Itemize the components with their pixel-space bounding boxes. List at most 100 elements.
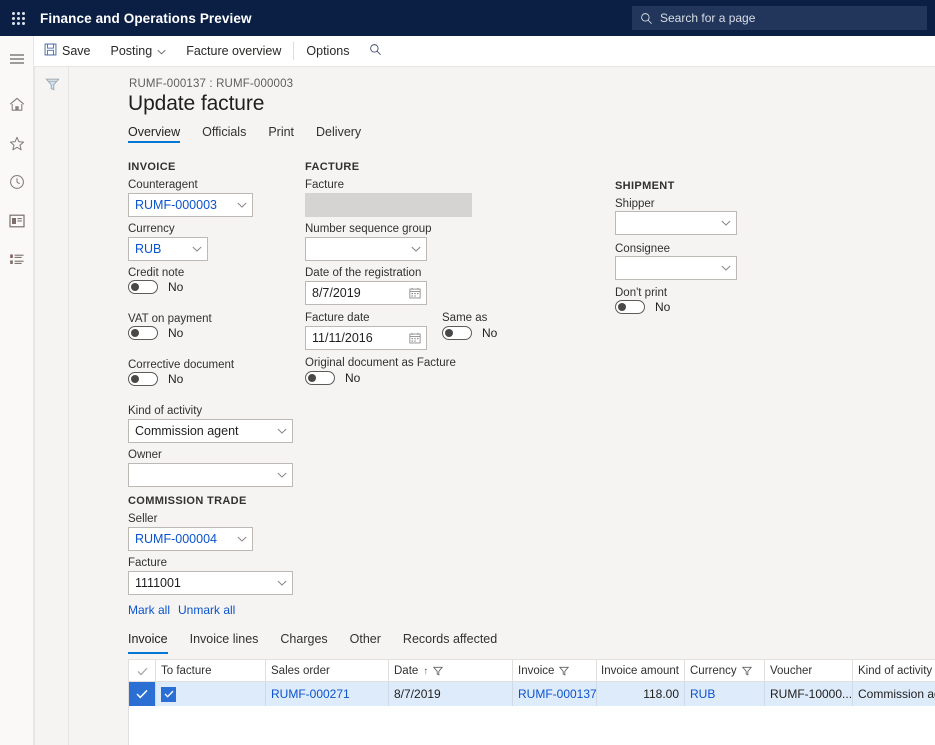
save-button[interactable]: Save — [34, 36, 101, 67]
cell-kind-of-activity: Commission agent — [858, 687, 935, 701]
chevron-down-icon — [232, 202, 252, 208]
consignee-input[interactable] — [615, 256, 737, 280]
corrective-document-label: Corrective document — [128, 359, 235, 371]
invoice-grid: To facture Sales order Date ↑ Invoice In… — [128, 659, 935, 745]
breadcrumb: RUMF-000137 : RUMF-000003 — [129, 78, 294, 90]
app-launcher-icon[interactable] — [0, 0, 36, 36]
form-content: RUMF-000137 : RUMF-000003 Update facture… — [70, 67, 935, 745]
grid-header-select-all[interactable] — [129, 660, 156, 682]
vat-on-payment-toggle-group: No — [128, 326, 183, 340]
row-selector[interactable] — [129, 682, 156, 706]
number-sequence-group-input[interactable] — [305, 237, 427, 261]
credit-note-toggle[interactable] — [128, 280, 158, 294]
filter-funnel-icon[interactable] — [41, 73, 63, 95]
commission-facture-input[interactable]: 1111001 — [128, 571, 293, 595]
table-row[interactable]: RUMF-000271 8/7/2019 RUMF-000137 118.00 … — [129, 682, 935, 706]
filter-icon[interactable] — [433, 666, 444, 676]
vat-on-payment-toggle[interactable] — [128, 326, 158, 340]
form-tab-strip: Overview Officials Print Delivery — [128, 125, 383, 147]
shipper-label: Shipper — [615, 198, 655, 210]
clock-icon[interactable] — [0, 166, 34, 198]
grid-header-invoice-amount[interactable]: Invoice amount — [597, 660, 685, 682]
same-as-label: Same as — [442, 312, 488, 324]
tab-delivery[interactable]: Delivery — [316, 125, 361, 143]
dont-print-toggle[interactable] — [615, 300, 645, 314]
credit-note-label: Credit note — [128, 267, 185, 279]
tab-records-affected[interactable]: Records affected — [403, 632, 497, 654]
dont-print-toggle-group: No — [615, 300, 670, 314]
currency-label: Currency — [128, 223, 175, 235]
currency-input[interactable]: RUB — [128, 237, 208, 261]
cell-to-facture[interactable] — [156, 682, 266, 706]
chevron-down-icon — [272, 428, 292, 434]
grid-header-currency[interactable]: Currency — [685, 660, 765, 682]
credit-note-toggle-group: No — [128, 280, 183, 294]
grid-header-voucher[interactable]: Voucher — [765, 660, 853, 682]
corrective-document-toggle[interactable] — [128, 372, 158, 386]
counteragent-value: RUMF-000003 — [135, 198, 217, 212]
chevron-down-icon — [232, 536, 252, 542]
tab-other[interactable]: Other — [350, 632, 381, 654]
unmark-all-link[interactable]: Unmark all — [178, 603, 235, 617]
cell-invoice[interactable]: RUMF-000137 — [513, 682, 597, 706]
grid-header-sales-order[interactable]: Sales order — [266, 660, 389, 682]
workspace-icon[interactable] — [0, 205, 34, 237]
facture-readonly-field — [305, 193, 472, 217]
grid-header-invoice[interactable]: Invoice — [513, 660, 597, 682]
list-icon[interactable] — [0, 244, 34, 276]
tab-charges[interactable]: Charges — [280, 632, 327, 654]
global-search-box[interactable]: Search for a page — [632, 6, 927, 30]
same-as-value: No — [482, 326, 498, 340]
filter-icon[interactable] — [559, 666, 570, 676]
page-title: Update facture — [128, 92, 265, 115]
tab-invoice[interactable]: Invoice — [128, 632, 168, 654]
calendar-icon[interactable] — [404, 332, 426, 344]
invoice-section-heading: INVOICE — [128, 161, 176, 173]
star-icon[interactable] — [0, 127, 34, 159]
grid-empty-area — [129, 706, 935, 745]
chevron-down-icon — [716, 220, 736, 226]
facture-date-label: Facture date — [305, 312, 370, 324]
original-document-as-facture-toggle-group: No — [305, 371, 360, 385]
seller-value: RUMF-000004 — [135, 532, 217, 546]
grid-header-date[interactable]: Date ↑ — [389, 660, 513, 682]
options-button[interactable]: Options — [296, 36, 359, 67]
tab-overview[interactable]: Overview — [128, 125, 181, 143]
grid-header-to-facture[interactable]: To facture — [156, 660, 266, 682]
shipper-input[interactable] — [615, 211, 737, 235]
home-icon[interactable] — [0, 88, 34, 120]
cell-currency[interactable]: RUB — [685, 682, 765, 706]
same-as-toggle[interactable] — [442, 326, 472, 340]
date-of-registration-label: Date of the registration — [305, 267, 422, 279]
cell-invoice-amount: 118.00 — [597, 682, 685, 706]
toolbar-search-button[interactable] — [359, 36, 392, 67]
grid-header-kind-of-activity[interactable]: Kind of activity — [853, 660, 935, 682]
cell-voucher: RUMF-10000... — [765, 682, 853, 706]
original-document-as-facture-toggle[interactable] — [305, 371, 335, 385]
toolbar-divider — [293, 42, 295, 60]
owner-input[interactable] — [128, 463, 293, 487]
search-icon — [640, 12, 653, 25]
facture-overview-button[interactable]: Facture overview — [176, 36, 291, 67]
filter-icon[interactable] — [741, 666, 752, 676]
counteragent-input[interactable]: RUMF-000003 — [128, 193, 253, 217]
grid-tab-strip: Invoice Invoice lines Charges Other Reco… — [128, 632, 519, 654]
hamburger-menu-icon[interactable] — [0, 43, 34, 75]
dont-print-value: No — [655, 300, 671, 314]
posting-menu-button[interactable]: Posting — [101, 36, 177, 67]
mark-all-link[interactable]: Mark all — [128, 603, 170, 617]
date-of-registration-input[interactable]: 8/7/2019 — [305, 281, 427, 305]
date-of-registration-value: 8/7/2019 — [312, 286, 361, 300]
facture-date-input[interactable]: 11/11/2016 — [305, 326, 427, 350]
tab-officials[interactable]: Officials — [202, 125, 246, 143]
kind-of-activity-input[interactable]: Commission agent — [128, 419, 293, 443]
owner-label: Owner — [128, 449, 162, 461]
to-facture-checkbox[interactable] — [161, 686, 176, 702]
calendar-icon[interactable] — [404, 287, 426, 299]
chevron-down-icon — [157, 44, 166, 58]
seller-input[interactable]: RUMF-000004 — [128, 527, 253, 551]
grid-header-currency-label: Currency — [690, 665, 737, 677]
tab-print[interactable]: Print — [268, 125, 294, 143]
cell-sales-order[interactable]: RUMF-000271 — [266, 682, 389, 706]
tab-invoice-lines[interactable]: Invoice lines — [190, 632, 259, 654]
